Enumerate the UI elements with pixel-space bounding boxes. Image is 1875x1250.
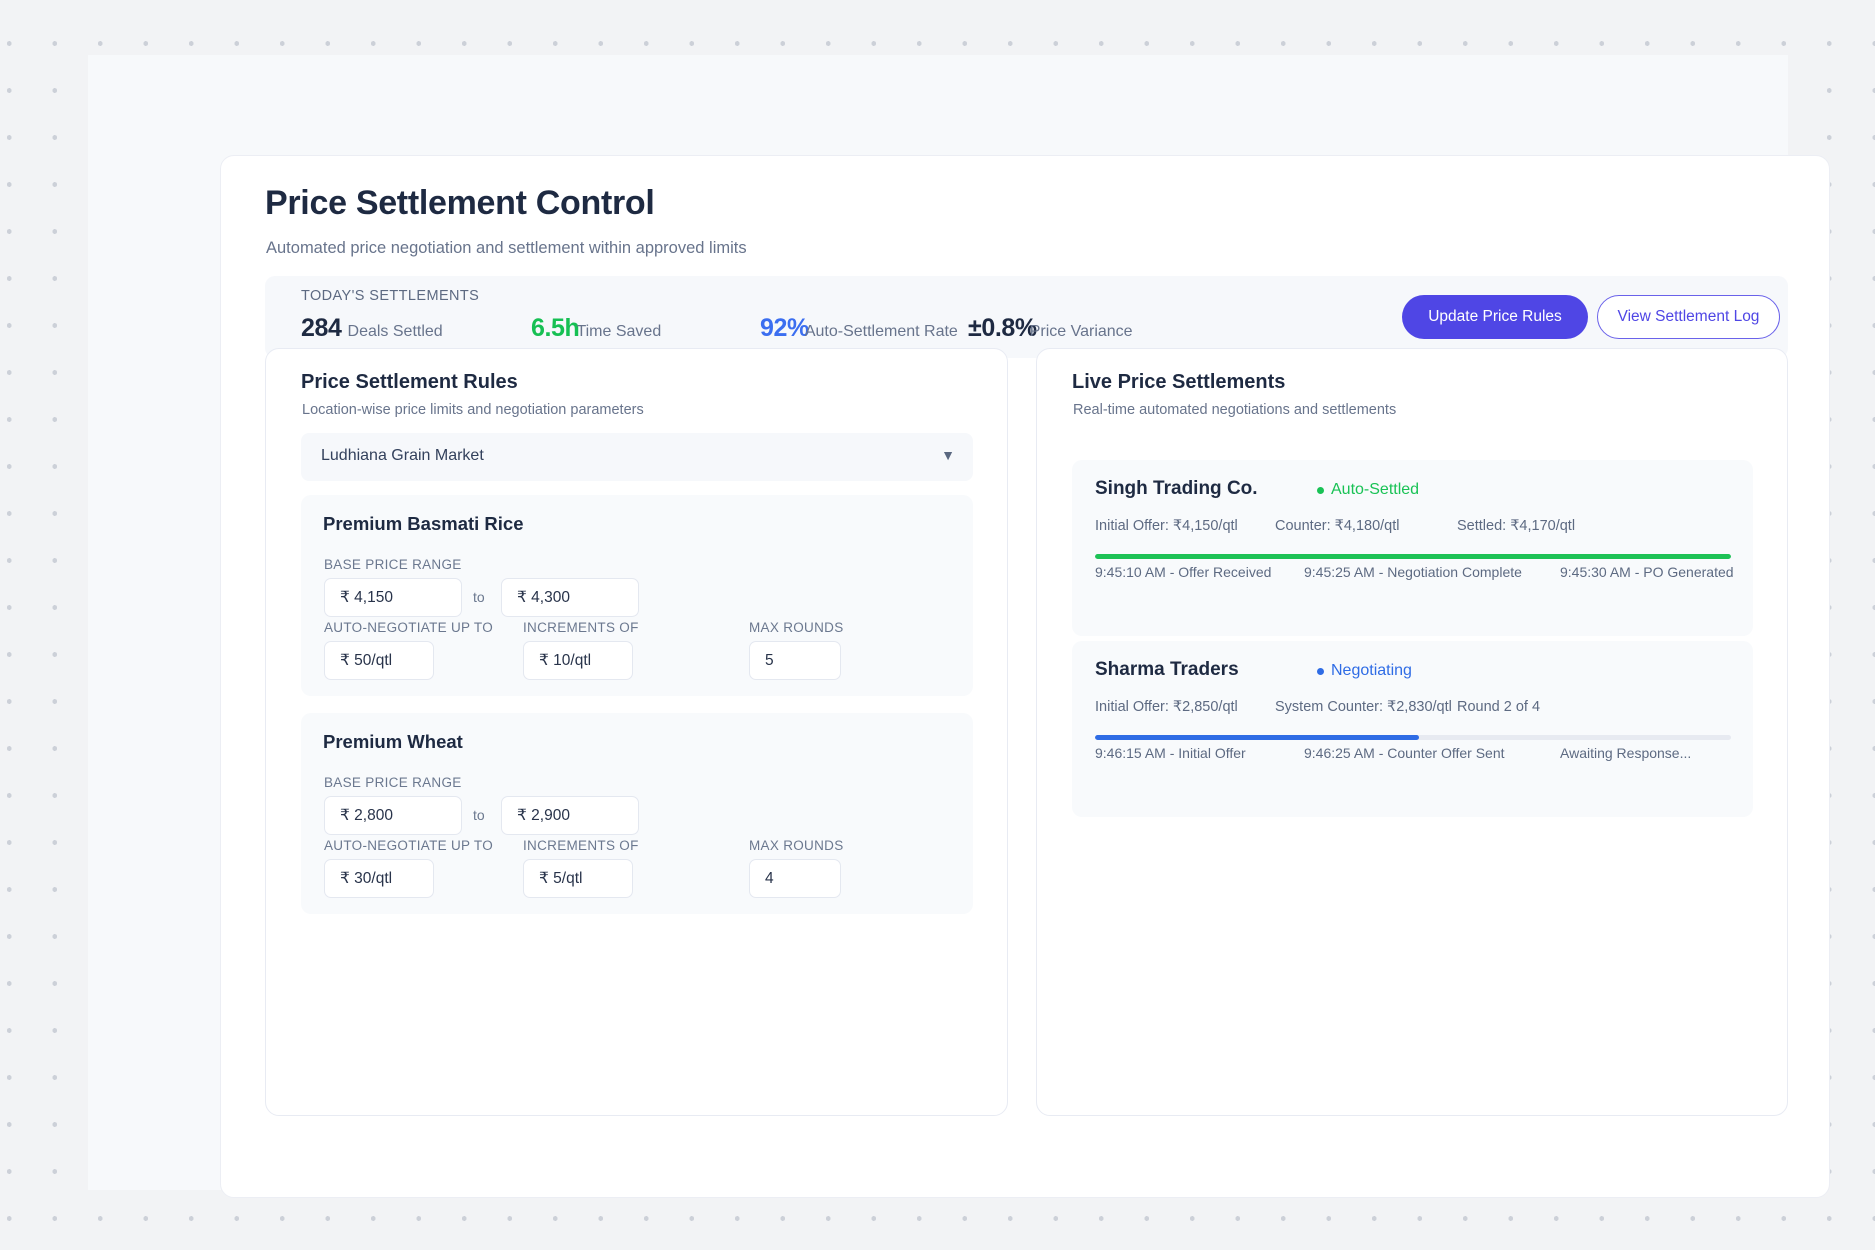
status-dot-icon	[1317, 486, 1324, 494]
settlement-figure: Counter: ₹4,180/qtl	[1275, 518, 1400, 534]
stat-value: 284	[301, 314, 342, 342]
increments-label: INCREMENTS OF	[523, 620, 639, 635]
timeline-step: 9:46:25 AM - Counter Offer Sent	[1304, 745, 1505, 761]
auto-negotiate-input[interactable]	[324, 859, 434, 898]
auto-negotiate-input[interactable]	[324, 641, 434, 680]
status-dot-icon	[1317, 667, 1324, 675]
rules-panel-subtitle: Location-wise price limits and negotiati…	[302, 402, 644, 418]
increment-input[interactable]	[523, 859, 633, 898]
live-price-settlements-panel: Live Price Settlements Real-time automat…	[1036, 348, 1788, 1116]
timeline-step: 9:45:10 AM - Offer Received	[1095, 564, 1272, 580]
chevron-down-icon: ▼	[941, 447, 955, 463]
view-settlement-log-button[interactable]: View Settlement Log	[1597, 295, 1780, 339]
min-price-input[interactable]	[324, 578, 462, 617]
settlement-card[interactable]: Sharma Traders Negotiating Initial Offer…	[1072, 641, 1753, 817]
stat-label: Time Saved	[576, 323, 662, 340]
location-select-value: Ludhiana Grain Market	[321, 447, 484, 464]
settlement-timeline: 9:46:15 AM - Initial Offer 9:46:25 AM - …	[1095, 745, 1745, 761]
rules-panel-title: Price Settlement Rules	[301, 371, 518, 393]
max-price-input[interactable]	[501, 796, 639, 835]
settlement-party-name: Sharma Traders	[1095, 659, 1239, 680]
range-to-label: to	[473, 589, 485, 605]
timeline-step: 9:45:30 AM - PO Generated	[1560, 564, 1734, 580]
status-badge: Auto-Settled	[1317, 481, 1419, 499]
live-panel-title: Live Price Settlements	[1072, 371, 1286, 393]
location-select[interactable]: Ludhiana Grain Market ▼	[301, 433, 973, 481]
min-price-input[interactable]	[324, 796, 462, 835]
commodity-rule-card: Premium Wheat BASE PRICE RANGE to AUTO-N…	[301, 713, 973, 914]
max-rounds-label: MAX ROUNDS	[749, 620, 844, 635]
increment-input[interactable]	[523, 641, 633, 680]
stat-label: Auto-Settlement Rate	[804, 323, 958, 340]
settlement-progress-fill	[1095, 554, 1731, 559]
max-price-input[interactable]	[501, 578, 639, 617]
settlement-timeline: 9:45:10 AM - Offer Received 9:45:25 AM -…	[1095, 564, 1745, 580]
live-panel-subtitle: Real-time automated negotiations and set…	[1073, 402, 1397, 418]
settlement-figure: Initial Offer: ₹4,150/qtl	[1095, 518, 1238, 534]
settlement-figures: Initial Offer: ₹2,850/qtl System Counter…	[1095, 699, 1735, 715]
commodity-rule-card: Premium Basmati Rice BASE PRICE RANGE to…	[301, 495, 973, 696]
auto-negotiate-label: AUTO-NEGOTIATE UP TO	[324, 838, 494, 853]
max-rounds-input[interactable]	[749, 859, 841, 898]
settlement-party-name: Singh Trading Co.	[1095, 478, 1258, 499]
todays-settlements-summary: TODAY'S SETTLEMENTS 284 Deals Settled 6.…	[265, 276, 1788, 358]
timeline-step: 9:46:15 AM - Initial Offer	[1095, 745, 1246, 761]
stat-price-variance: ±0.8% Price Variance	[968, 314, 1168, 343]
settlement-card[interactable]: Singh Trading Co. Auto-Settled Initial O…	[1072, 460, 1753, 636]
max-rounds-input[interactable]	[749, 641, 841, 680]
max-rounds-label: MAX ROUNDS	[749, 838, 844, 853]
auto-negotiate-label: AUTO-NEGOTIATE UP TO	[324, 620, 494, 635]
app-background-panel: Price Settlement Control Automated price…	[88, 55, 1830, 1198]
range-to-label: to	[473, 807, 485, 823]
settlement-progress-bar	[1095, 735, 1731, 740]
timeline-step: 9:45:25 AM - Negotiation Complete	[1304, 564, 1522, 580]
page-subtitle: Automated price negotiation and settleme…	[266, 239, 747, 257]
status-badge: Negotiating	[1317, 662, 1412, 680]
summary-stats-row: 284 Deals Settled 6.5h Time Saved 92% Au…	[301, 314, 1168, 343]
status-label: Auto-Settled	[1331, 481, 1420, 498]
stat-value: 6.5h	[531, 314, 580, 342]
commodity-name: Premium Wheat	[323, 731, 463, 752]
price-settlement-rules-panel: Price Settlement Rules Location-wise pri…	[265, 348, 1008, 1116]
page-title: Price Settlement Control	[265, 184, 655, 222]
update-price-rules-button[interactable]: Update Price Rules	[1402, 295, 1588, 339]
stat-deals-settled: 284 Deals Settled	[301, 314, 531, 343]
increments-label: INCREMENTS OF	[523, 838, 639, 853]
summary-eyebrow-label: TODAY'S SETTLEMENTS	[301, 288, 480, 304]
settlement-figure: Initial Offer: ₹2,850/qtl	[1095, 699, 1238, 715]
stat-time-saved: 6.5h Time Saved	[531, 314, 760, 343]
base-price-range-label: BASE PRICE RANGE	[324, 775, 462, 790]
status-label: Negotiating	[1331, 662, 1412, 679]
stat-auto-settlement-rate: 92% Auto-Settlement Rate	[760, 314, 968, 343]
settlement-figures: Initial Offer: ₹4,150/qtl Counter: ₹4,18…	[1095, 518, 1735, 534]
settlement-figure: System Counter: ₹2,830/qtl	[1275, 699, 1452, 715]
stat-value: ±0.8%	[968, 314, 1037, 342]
settlement-figure: Round 2 of 4	[1457, 699, 1541, 715]
settlement-figure: Settled: ₹4,170/qtl	[1457, 518, 1576, 534]
stat-label: Price Variance	[1029, 323, 1133, 340]
stat-value: 92%	[760, 314, 809, 342]
settlement-progress-fill	[1095, 735, 1420, 740]
base-price-range-label: BASE PRICE RANGE	[324, 557, 462, 572]
stat-label: Deals Settled	[347, 323, 443, 340]
commodity-name: Premium Basmati Rice	[323, 513, 524, 534]
settlement-progress-bar	[1095, 554, 1731, 559]
main-content-card: Price Settlement Control Automated price…	[220, 155, 1830, 1198]
timeline-step: Awaiting Response...	[1560, 745, 1692, 761]
